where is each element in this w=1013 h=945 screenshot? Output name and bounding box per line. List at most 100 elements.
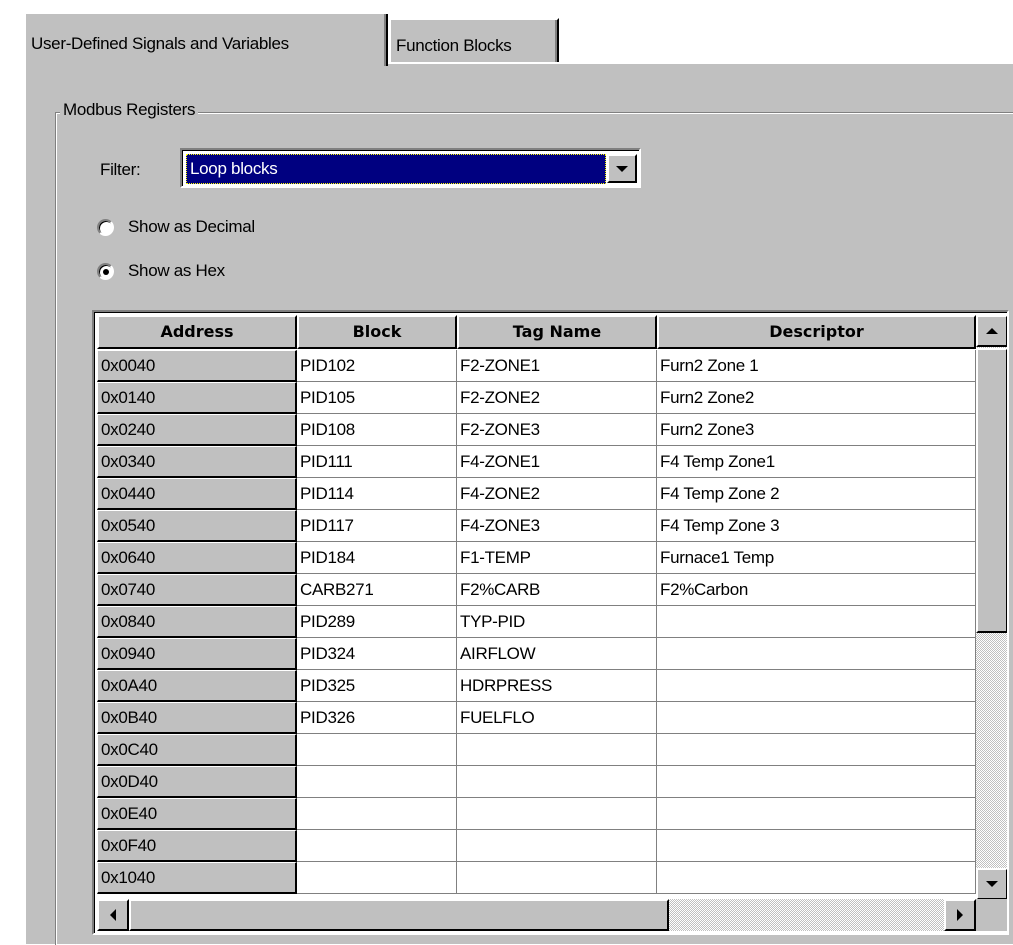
column-header-descriptor[interactable]: Descriptor [657,315,976,349]
table-row[interactable]: 0x0740 CARB271 F2%CARB F2%Carbon [95,574,976,606]
show-as-decimal-radio[interactable] [97,218,114,236]
cell-descriptor[interactable] [657,798,976,830]
cell-block[interactable]: PID102 [297,350,457,382]
cell-block[interactable]: PID111 [297,446,457,478]
table-row[interactable]: 0x0040 PID102 F2-ZONE1 Furn2 Zone 1 [95,350,976,382]
cell-block[interactable] [297,862,457,894]
cell-tag-name[interactable]: F4-ZONE3 [457,510,657,542]
table-row[interactable]: 0x0540 PID117 F4-ZONE3 F4 Temp Zone 3 [95,510,976,542]
cell-descriptor[interactable] [657,702,976,734]
column-header-tag-name[interactable]: Tag Name [457,315,657,349]
cell-tag-name[interactable]: TYP-PID [457,606,657,638]
cell-address: 0x0A40 [97,670,297,702]
cell-address: 0x0440 [97,478,297,510]
cell-tag-name[interactable]: F4-ZONE1 [457,446,657,478]
column-header-block[interactable]: Block [297,315,457,349]
table-row[interactable]: 0x0140 PID105 F2-ZONE2 Furn2 Zone2 [95,382,976,414]
cell-block[interactable]: PID108 [297,414,457,446]
cell-descriptor[interactable] [657,862,976,894]
vertical-scroll-thumb[interactable] [976,348,1007,633]
cell-descriptor[interactable] [657,638,976,670]
cell-descriptor[interactable]: Furn2 Zone 1 [657,350,976,382]
cell-block[interactable] [297,798,457,830]
horizontal-scrollbar[interactable] [97,899,976,931]
cell-descriptor[interactable]: F4 Temp Zone1 [657,446,976,478]
table-row[interactable]: 0x0C40 [95,734,976,766]
table-row[interactable]: 0x0E40 [95,798,976,830]
cell-tag-name[interactable]: F2%CARB [457,574,657,606]
horizontal-scroll-thumb[interactable] [129,899,669,931]
scroll-down-button[interactable] [976,868,1007,900]
modbus-registers-group-label: Modbus Registers [60,100,199,120]
cell-descriptor[interactable]: F4 Temp Zone 3 [657,510,976,542]
show-as-decimal-option[interactable]: Show as Decimal [97,217,255,237]
show-as-hex-option[interactable]: Show as Hex [97,261,225,281]
scroll-up-button[interactable] [976,315,1007,347]
cell-block[interactable]: PID114 [297,478,457,510]
cell-tag-name[interactable]: FUELFLO [457,702,657,734]
table-row[interactable]: 0x0440 PID114 F4-ZONE2 F4 Temp Zone 2 [95,478,976,510]
table-row[interactable]: 0x0F40 [95,830,976,862]
cell-tag-name[interactable] [457,734,657,766]
cell-descriptor[interactable]: Furn2 Zone2 [657,382,976,414]
cell-block[interactable]: PID184 [297,542,457,574]
tab-user-defined-signals[interactable]: User-Defined Signals and Variables [24,12,388,66]
filter-dropdown[interactable]: Loop blocks [180,148,641,188]
cell-block[interactable] [297,734,457,766]
table-row[interactable]: 0x0840 PID289 TYP-PID [95,606,976,638]
cell-descriptor[interactable] [657,670,976,702]
table-row[interactable]: 0x0B40 PID326 FUELFLO [95,702,976,734]
cell-descriptor[interactable]: F4 Temp Zone 2 [657,478,976,510]
cell-tag-name[interactable]: F2-ZONE1 [457,350,657,382]
cell-address: 0x0740 [97,574,297,606]
cell-tag-name[interactable] [457,798,657,830]
cell-block[interactable]: PID117 [297,510,457,542]
column-header-address[interactable]: Address [97,315,297,349]
cell-block[interactable]: PID289 [297,606,457,638]
chevron-down-icon [616,165,628,172]
cell-descriptor[interactable]: Furnace1 Temp [657,542,976,574]
cell-tag-name[interactable]: F1-TEMP [457,542,657,574]
filter-selected-value[interactable]: Loop blocks [186,154,606,184]
scroll-left-button[interactable] [97,899,129,931]
cell-block[interactable]: PID325 [297,670,457,702]
cell-block[interactable]: PID324 [297,638,457,670]
table-row[interactable]: 0x0D40 [95,766,976,798]
filter-dropdown-button[interactable] [607,154,637,183]
cell-descriptor[interactable] [657,766,976,798]
table-row[interactable]: 0x0240 PID108 F2-ZONE3 Furn2 Zone3 [95,414,976,446]
table-row[interactable]: 0x1040 [95,862,976,894]
cell-address: 0x0B40 [97,702,297,734]
scroll-right-button[interactable] [944,899,976,931]
cell-block[interactable] [297,830,457,862]
cell-block[interactable]: CARB271 [297,574,457,606]
cell-tag-name[interactable]: F2-ZONE3 [457,414,657,446]
cell-block[interactable] [297,766,457,798]
cell-tag-name[interactable]: F4-ZONE2 [457,478,657,510]
cell-tag-name[interactable]: HDRPRESS [457,670,657,702]
cell-descriptor[interactable]: F2%Carbon [657,574,976,606]
cell-address: 0x1040 [97,862,297,894]
tab-function-blocks[interactable]: Function Blocks [389,18,559,62]
table-row[interactable]: 0x0340 PID111 F4-ZONE1 F4 Temp Zone1 [95,446,976,478]
scroll-up-arrow-icon [986,328,998,334]
cell-tag-name[interactable] [457,766,657,798]
table-row[interactable]: 0x0640 PID184 F1-TEMP Furnace1 Temp [95,542,976,574]
table-row[interactable]: 0x0940 PID324 AIRFLOW [95,638,976,670]
cell-descriptor[interactable] [657,606,976,638]
table-row[interactable]: 0x0A40 PID325 HDRPRESS [95,670,976,702]
cell-descriptor[interactable] [657,734,976,766]
cell-tag-name[interactable]: AIRFLOW [457,638,657,670]
cell-descriptor[interactable] [657,830,976,862]
filter-label: Filter: [100,160,141,179]
cell-block[interactable]: PID105 [297,382,457,414]
show-as-decimal-label: Show as Decimal [128,217,255,236]
cell-descriptor[interactable]: Furn2 Zone3 [657,414,976,446]
show-as-hex-radio[interactable] [97,262,114,280]
cell-address: 0x0640 [97,542,297,574]
cell-block[interactable]: PID326 [297,702,457,734]
cell-tag-name[interactable] [457,830,657,862]
cell-tag-name[interactable] [457,862,657,894]
cell-tag-name[interactable]: F2-ZONE2 [457,382,657,414]
vertical-scrollbar[interactable] [976,315,1007,900]
